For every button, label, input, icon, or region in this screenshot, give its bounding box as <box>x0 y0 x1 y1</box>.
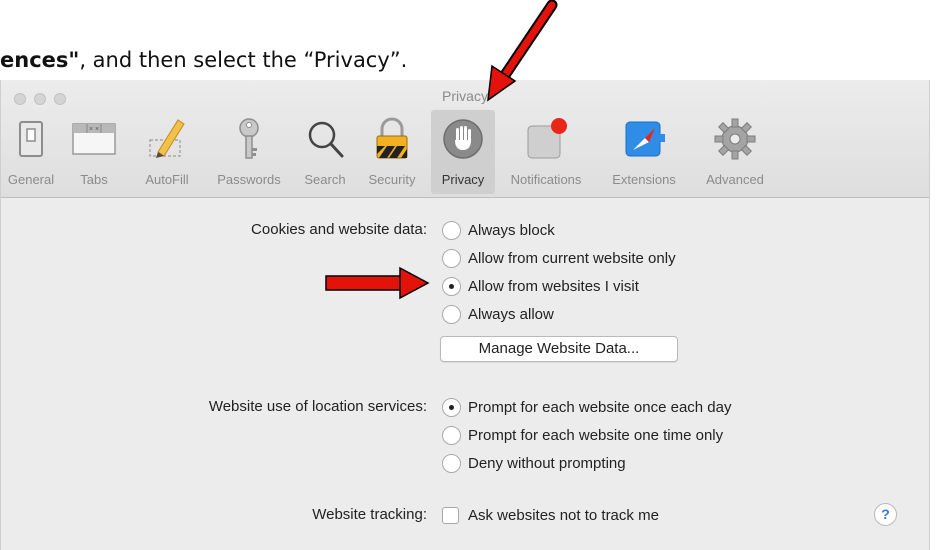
location-option-one-time-only[interactable]: Prompt for each website one time only <box>442 425 723 445</box>
tab-privacy-label: Privacy <box>441 172 485 187</box>
option-label: Ask websites not to track me <box>468 506 659 524</box>
radio-button[interactable] <box>442 304 461 324</box>
svg-text:× ×: × × <box>89 126 99 133</box>
option-label: Deny without prompting <box>468 454 626 472</box>
radio-button[interactable] <box>442 425 461 445</box>
instruction-text: ences", and then select the “Privacy”. <box>0 48 407 78</box>
option-label: Always block <box>468 221 555 239</box>
padlock-icon <box>376 117 408 159</box>
tab-search[interactable]: Search <box>295 110 355 194</box>
do-not-track-checkbox[interactable] <box>442 506 459 524</box>
tracking-option[interactable]: Ask websites not to track me <box>442 505 659 525</box>
option-label: Allow from websites I visit <box>468 277 639 295</box>
switch-icon <box>19 121 43 157</box>
cookies-option-always-allow[interactable]: Always allow <box>442 304 554 324</box>
tab-general-label: General <box>7 172 55 187</box>
radio-button-selected[interactable] <box>442 397 461 417</box>
titlebar: Privacy General × × Tabs AutoFill Passwo… <box>1 80 929 198</box>
help-button[interactable]: ? <box>874 503 897 526</box>
location-option-deny[interactable]: Deny without prompting <box>442 453 626 473</box>
tab-extensions[interactable]: Extensions <box>597 110 691 194</box>
manage-website-data-button[interactable]: Manage Website Data... <box>440 336 678 362</box>
radio-button[interactable] <box>442 220 461 240</box>
tab-security-label: Security <box>368 172 416 187</box>
hand-icon <box>443 119 483 159</box>
tracking-label: Website tracking: <box>312 506 427 523</box>
cookies-label: Cookies and website data: <box>251 221 427 238</box>
tab-advanced[interactable]: Advanced <box>693 110 777 194</box>
instruction-rest: , and then select the “Privacy”. <box>79 48 408 72</box>
tab-passwords-label: Passwords <box>217 172 281 187</box>
tab-search-label: Search <box>304 172 346 187</box>
tab-privacy[interactable]: Privacy <box>431 110 495 194</box>
tab-security[interactable]: Security <box>357 110 427 194</box>
preferences-window: Privacy General × × Tabs AutoFill Passwo… <box>0 80 930 550</box>
magnifier-icon <box>308 121 344 158</box>
gear-icon <box>714 118 756 160</box>
tab-autofill[interactable]: AutoFill <box>131 110 203 194</box>
tab-autofill-label: AutoFill <box>145 172 189 187</box>
privacy-pane: Cookies and website data: Always block A… <box>1 198 929 550</box>
option-label: Prompt for each website one time only <box>468 426 724 444</box>
cookies-option-current-website[interactable]: Allow from current website only <box>442 248 676 268</box>
cookies-option-websites-i-visit[interactable]: Allow from websites I visit <box>442 276 639 296</box>
tab-passwords[interactable]: Passwords <box>205 110 293 194</box>
tab-notifications-label: Notifications <box>510 172 582 187</box>
tab-extensions-label: Extensions <box>612 172 676 187</box>
option-label: Always allow <box>468 305 554 323</box>
compass-icon <box>625 121 665 157</box>
tab-notifications[interactable]: Notifications <box>497 110 595 194</box>
window-title: Privacy <box>442 88 488 104</box>
pencil-icon <box>149 119 185 158</box>
tab-advanced-label: Advanced <box>706 172 764 187</box>
location-label: Website use of location services: <box>208 398 427 415</box>
notification-badge-icon <box>527 118 567 159</box>
tab-general[interactable]: General <box>3 110 59 194</box>
tab-tabs[interactable]: × × Tabs <box>59 110 129 194</box>
location-option-once-each-day[interactable]: Prompt for each website once each day <box>442 397 731 417</box>
radio-button-selected[interactable] <box>442 276 461 296</box>
option-label: Allow from current website only <box>468 249 676 267</box>
tab-tabs-label: Tabs <box>80 172 108 187</box>
cookies-option-always-block[interactable]: Always block <box>442 220 555 240</box>
radio-button[interactable] <box>442 453 461 473</box>
instruction-bold: ences" <box>0 48 80 72</box>
tabs-icon: × × <box>72 123 116 155</box>
radio-button[interactable] <box>442 248 461 268</box>
key-icon <box>239 118 259 159</box>
option-label: Prompt for each website once each day <box>468 398 732 416</box>
